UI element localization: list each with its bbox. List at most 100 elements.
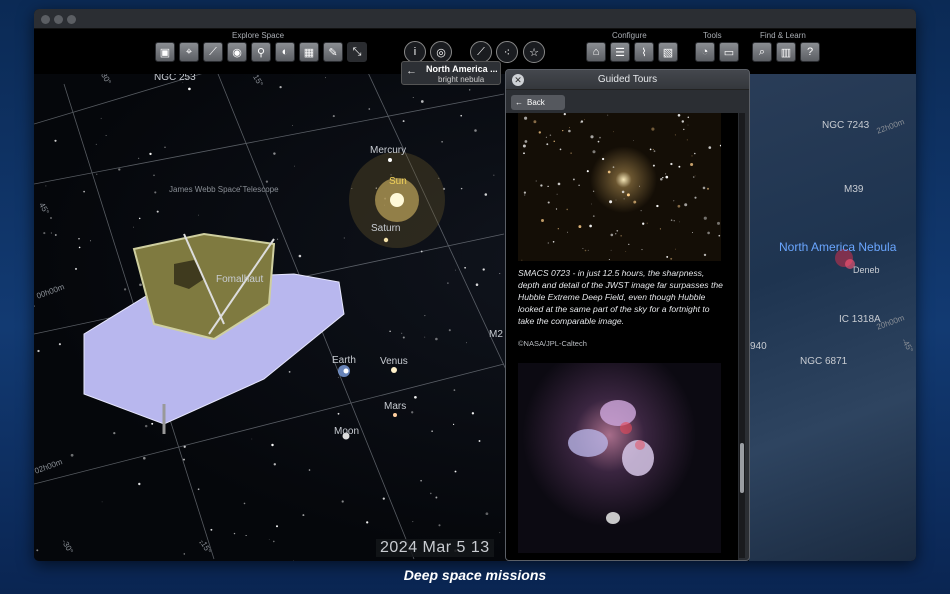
galaxy-dot	[589, 224, 592, 228]
label-mercury[interactable]: Mercury	[370, 145, 406, 156]
galaxy-dot	[592, 150, 596, 154]
search-icon[interactable]: ⌕	[752, 42, 772, 62]
chart-icon[interactable]: ⌇	[634, 42, 654, 62]
galaxy-dot	[580, 120, 584, 123]
telescope-icon[interactable]: ⟋	[470, 41, 492, 63]
label-sun[interactable]: Sun	[389, 176, 407, 187]
selected-object-type: bright nebula	[438, 75, 485, 84]
galaxy-dot	[673, 200, 675, 202]
galaxy-dot	[652, 164, 655, 167]
label-venus[interactable]: Venus	[380, 356, 408, 367]
galaxy-dot	[578, 184, 580, 186]
date-time-display[interactable]: 2024 Mar 5 13	[376, 539, 494, 557]
grid-icon[interactable]: ▧	[658, 42, 678, 62]
galaxy-dot	[642, 222, 645, 225]
galaxy-dot	[702, 186, 706, 190]
galaxy-dot	[621, 190, 625, 194]
label-m2[interactable]: M2	[489, 329, 503, 340]
galaxy-dot	[607, 170, 611, 174]
label-saturn[interactable]: Saturn	[371, 223, 400, 234]
galaxy-dot	[633, 140, 634, 141]
home-icon[interactable]: ⌂	[586, 42, 606, 62]
constellation-icon[interactable]: ⁖	[496, 41, 518, 63]
galaxy-dot	[656, 204, 659, 208]
telescope-icon[interactable]: ⟋	[203, 42, 223, 62]
galaxy-dot	[703, 216, 707, 220]
galaxy-dot	[547, 242, 549, 244]
star-icon[interactable]: ☆	[523, 41, 545, 63]
galaxy-dot	[524, 140, 528, 143]
orbit-icon[interactable]: ◎	[430, 41, 452, 63]
satellite-icon[interactable]: ⚲	[251, 42, 271, 62]
calendar-icon[interactable]: ▦	[299, 42, 319, 62]
eye-icon[interactable]: ◉	[227, 42, 247, 62]
screen-icon[interactable]: ▭	[719, 42, 739, 62]
galaxy-dot	[610, 249, 612, 251]
galaxy-dot	[670, 219, 673, 221]
label-deneb[interactable]: Deneb	[853, 265, 880, 275]
galaxy-dot	[670, 162, 673, 166]
zoom-window-button[interactable]	[67, 15, 76, 24]
edit-icon[interactable]: ✎	[323, 42, 343, 62]
galaxy-dot	[690, 162, 694, 167]
galaxy-dot	[706, 187, 710, 190]
image-credit: ©NASA/JPL-Caltech	[518, 339, 587, 348]
book-icon[interactable]: ▥	[776, 42, 796, 62]
label-m39[interactable]: M39	[844, 184, 863, 195]
galaxy-dot	[570, 152, 572, 154]
location-icon[interactable]: ⌖	[179, 42, 199, 62]
galaxy-dot	[694, 196, 697, 199]
galaxy-dot	[679, 221, 680, 223]
galaxy-dot	[547, 201, 550, 204]
gauge-icon[interactable]: ◔	[695, 42, 715, 62]
galaxy-dot	[567, 231, 568, 233]
galaxy-dot	[601, 157, 605, 161]
galaxy-dot	[625, 251, 627, 252]
back-arrow-icon[interactable]: ←	[406, 65, 417, 77]
footer-caption: Deep space missions	[403, 567, 547, 583]
info-icon[interactable]: i	[404, 41, 426, 63]
galaxy-dot	[615, 199, 617, 201]
minimize-window-button[interactable]	[54, 15, 63, 24]
scrollbar-thumb[interactable]	[740, 443, 744, 493]
galaxy-dot	[546, 143, 549, 146]
stopwatch-icon[interactable]: ◐	[275, 42, 295, 62]
label-mars[interactable]: Mars	[384, 401, 406, 412]
label-fomalhaut[interactable]: Fomalhaut	[216, 274, 263, 285]
galaxy-dot	[708, 146, 712, 149]
galaxy-dot	[556, 193, 558, 195]
label-n6940[interactable]: 940	[750, 341, 767, 352]
tour-content[interactable]: SMACS 0723 - in just 12.5 hours, the sha…	[506, 113, 738, 560]
label-ngc6871[interactable]: NGC 6871	[800, 356, 847, 367]
galaxy-dot	[586, 170, 589, 173]
galaxy-dot	[533, 120, 537, 124]
galaxy-dot	[620, 235, 622, 237]
sky-overlay	[83, 152, 855, 440]
cursor-icon[interactable]: ⤡	[347, 42, 367, 62]
tours-scrollbar[interactable]	[739, 113, 745, 558]
help-icon[interactable]: ?	[800, 42, 820, 62]
label-jwst[interactable]: James Webb Space Telescope	[169, 185, 279, 194]
stephans-quintet-image	[518, 363, 721, 553]
galaxy-dot	[615, 233, 617, 235]
galaxy-dot	[521, 259, 523, 261]
close-window-button[interactable]	[41, 15, 50, 24]
galaxy-dot	[572, 178, 575, 181]
galaxy-dot	[541, 219, 544, 222]
galaxy-dot	[665, 175, 669, 179]
label-earth[interactable]: Earth	[332, 355, 356, 366]
label-ngc7243[interactable]: NGC 7243	[822, 120, 869, 131]
galaxy-dot	[562, 129, 564, 132]
galaxy-dot	[524, 116, 528, 120]
label-north-america-nebula[interactable]: North America Nebula	[779, 240, 896, 254]
galaxy-dot	[691, 155, 693, 157]
selected-object-panel[interactable]: ← North America ... bright nebula	[401, 61, 501, 85]
galaxy-dot	[578, 225, 582, 229]
save-icon[interactable]: ▣	[155, 42, 175, 62]
back-button[interactable]: ← Back	[511, 95, 565, 110]
sky-view[interactable]: NGC 253 James Webb Space Telescope Mercu…	[34, 64, 916, 561]
galaxy-dot	[687, 124, 689, 126]
galaxy-dot	[568, 129, 571, 133]
sliders-icon[interactable]: ☰	[610, 42, 630, 62]
label-moon[interactable]: Moon	[334, 426, 359, 437]
